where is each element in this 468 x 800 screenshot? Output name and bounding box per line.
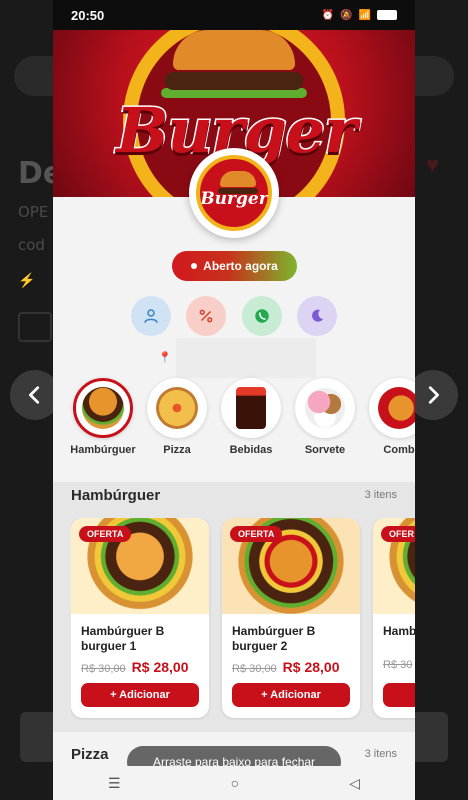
store-logo-text: Burger xyxy=(200,189,268,209)
combo-image xyxy=(378,387,415,429)
profile-button[interactable] xyxy=(131,296,171,336)
category-image xyxy=(295,378,355,438)
back-icon[interactable]: ◁ xyxy=(349,775,360,792)
add-to-cart-button[interactable]: + Adicionar xyxy=(81,683,199,707)
alarm-icon: ⏰ xyxy=(321,9,335,21)
drinks-image xyxy=(236,387,266,429)
percent-icon xyxy=(199,309,213,323)
chevron-left-icon xyxy=(29,386,40,404)
old-price: R$ 30,00 xyxy=(232,663,277,675)
category-label: Sorvete xyxy=(304,444,346,456)
product-section: Hambúrguer 3 itens OFERTA Hambúrguer B b… xyxy=(53,482,415,732)
open-status-badge: Aberto agora xyxy=(172,251,297,281)
price-row: R$ 30,00 R$ 28,00 xyxy=(81,659,188,675)
status-bar: 20:50 ⏰ 🔕 📶 xyxy=(53,0,415,30)
current-price: R$ 28,00 xyxy=(131,659,189,675)
background-subtitle-2: cod xyxy=(18,236,45,254)
add-to-cart-button[interactable]: + Adicionar xyxy=(232,683,350,707)
home-icon[interactable]: ○ xyxy=(231,775,239,791)
whatsapp-button[interactable] xyxy=(241,296,282,336)
store-logo-badge: Burger xyxy=(196,155,272,231)
category-item-bebidas[interactable]: Bebidas xyxy=(219,378,283,464)
category-item-pizza[interactable]: Pizza xyxy=(145,378,209,464)
status-time: 20:50 xyxy=(71,7,105,23)
category-image xyxy=(369,378,415,438)
product-card[interactable]: OFERTA Hambúrguer B burguer 1 R$ 30,00 R… xyxy=(71,518,209,718)
dark-mode-button[interactable] xyxy=(296,296,337,336)
moon-icon xyxy=(311,309,323,322)
recents-icon[interactable]: ☰ xyxy=(108,775,121,792)
banner-patty xyxy=(165,72,303,90)
product-name: Hambúrguer B burguer 1 xyxy=(81,624,165,653)
category-item-combo[interactable]: Comb xyxy=(367,378,415,464)
product-name: Hambúrguer B burguer 2 xyxy=(232,624,316,653)
category-label: Hambúrguer xyxy=(70,444,136,456)
product-card[interactable]: OFERTA Hambúrguer B burguer 2 R$ 30,00 R… xyxy=(222,518,360,718)
category-image xyxy=(73,378,133,438)
status-dot-icon xyxy=(191,263,198,269)
status-icons: ⏰ 🔕 📶 xyxy=(322,10,397,21)
background-heart-icon: ♥ xyxy=(426,152,440,177)
chevron-right-icon xyxy=(428,386,439,404)
background-share-icon xyxy=(18,312,52,342)
price-row: R$ 30 xyxy=(383,659,412,671)
category-image xyxy=(147,378,207,438)
address-row: 📍 xyxy=(158,338,316,378)
banner-burger-illustration xyxy=(173,30,295,70)
category-label: Bebidas xyxy=(229,444,273,456)
section-title: Hambúrguer xyxy=(71,487,161,504)
price-row: R$ 30,00 R$ 28,00 xyxy=(232,659,339,675)
old-price: R$ 30 xyxy=(383,659,413,671)
product-carousel[interactable]: OFERTA Hambúrguer B burguer 1 R$ 30,00 R… xyxy=(71,518,415,720)
category-list: Hambúrguer Pizza Bebidas Sorvete Comb xyxy=(53,378,415,464)
phone-screen: 20:50 ⏰ 🔕 📶 Burger Burger Aberto agora 📍… xyxy=(53,0,415,800)
burger-image xyxy=(82,387,124,429)
logo-burger-bun xyxy=(220,171,256,187)
category-item-hamburguer[interactable]: Hambúrguer xyxy=(70,378,136,464)
background-bolt-icon: ⚡ xyxy=(18,272,36,288)
icecream-image xyxy=(305,388,345,428)
open-status-label: Aberto agora xyxy=(203,259,278,273)
old-price: R$ 30,00 xyxy=(81,663,126,675)
background-subtitle: OPE xyxy=(18,203,49,221)
current-price: R$ 28,00 xyxy=(282,659,340,675)
category-image xyxy=(221,378,281,438)
next-button[interactable] xyxy=(408,370,458,420)
pizza-image xyxy=(156,387,198,429)
product-card[interactable]: OFER Hamb burg R$ 30 xyxy=(373,518,415,718)
section-count: 3 itens xyxy=(364,489,397,501)
add-to-cart-button[interactable] xyxy=(383,683,415,707)
user-icon xyxy=(144,309,158,323)
category-item-sorvete[interactable]: Sorvete xyxy=(293,378,357,464)
category-label: Pizza xyxy=(163,444,191,456)
next-section-count: 3 itens xyxy=(364,748,397,760)
offer-badge: OFERTA xyxy=(230,526,283,542)
category-label: Comb xyxy=(383,444,415,456)
system-nav-bar: ☰ ○ ◁ xyxy=(53,766,415,800)
battery-icon xyxy=(377,10,397,20)
store-logo: Burger xyxy=(189,148,279,238)
coupons-button[interactable] xyxy=(186,296,227,336)
mute-icon: 🔕 xyxy=(340,9,353,21)
location-pin-icon: 📍 xyxy=(158,352,172,364)
offer-badge: OFERTA xyxy=(79,526,132,542)
offer-badge: OFER xyxy=(381,526,415,542)
whatsapp-icon xyxy=(254,309,269,323)
address-redacted xyxy=(176,338,316,378)
product-name: Hamb burg xyxy=(383,624,415,638)
wifi-icon: 📶 xyxy=(358,9,371,21)
store-actions xyxy=(131,296,337,336)
next-section-title: Pizza xyxy=(71,746,109,763)
